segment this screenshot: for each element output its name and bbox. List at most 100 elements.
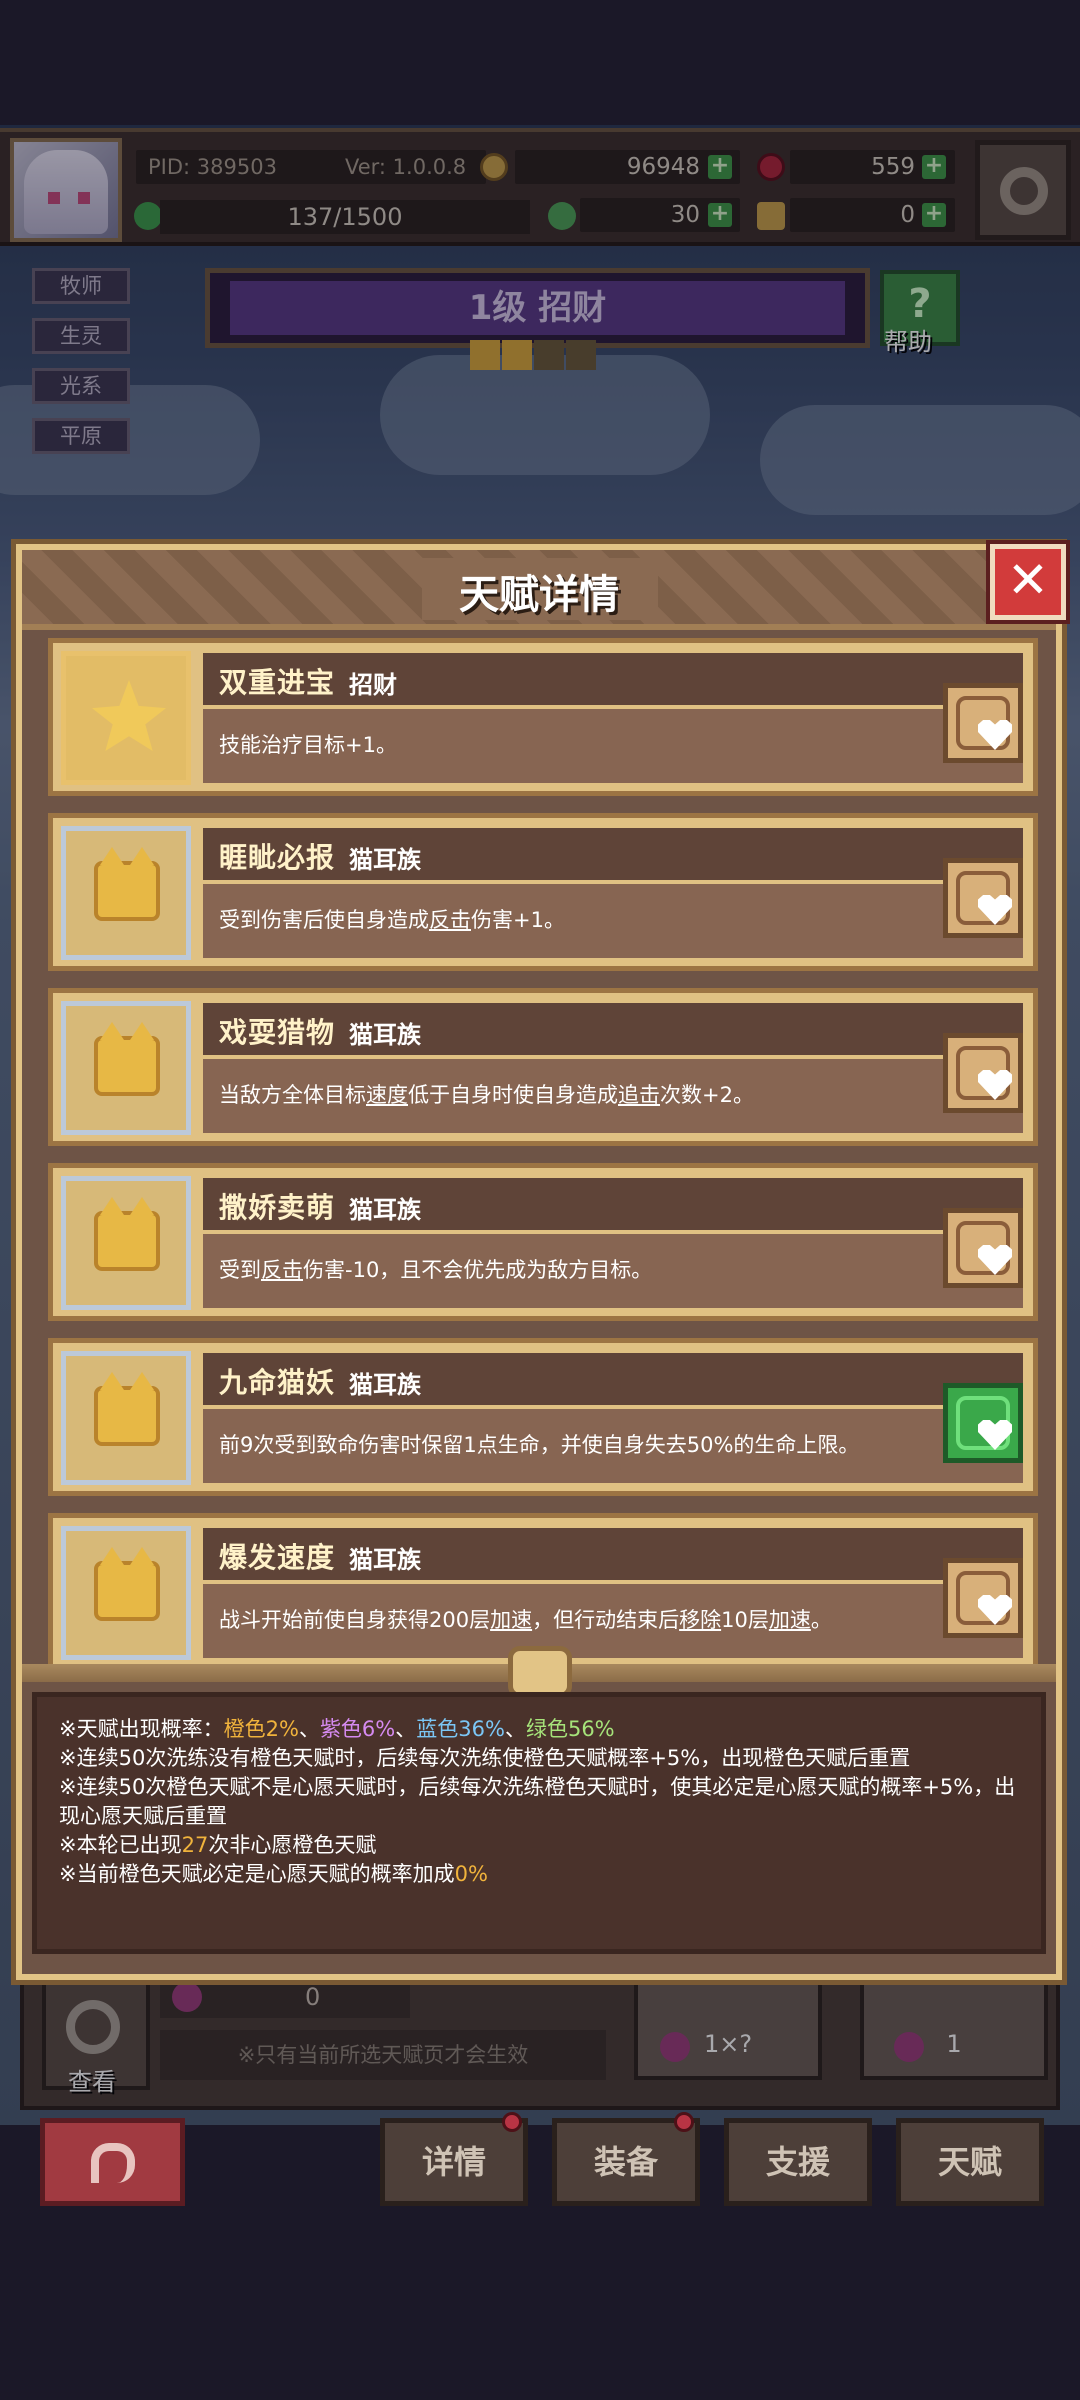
cat-icon: [94, 1547, 160, 1621]
talent-desc-bar: 受到伤害后使自身造成反击伤害+1。: [203, 884, 1023, 958]
close-button[interactable]: ✕: [986, 540, 1070, 624]
keyword-link[interactable]: 加速: [769, 1608, 811, 1632]
talent-description: 当敌方全体目标速度低于自身时使自身造成追击次数+2。: [219, 1079, 754, 1109]
talent-name-bar: 戏耍猎物 猫耳族: [203, 1003, 1023, 1055]
wish-bonus-value: 0%: [454, 1862, 488, 1886]
divider-ornament-icon: [508, 1646, 572, 1698]
desc-text: 战斗开始前使自身获得200层: [219, 1608, 491, 1632]
prob-green: 绿色56%: [525, 1717, 615, 1741]
round-count-prefix: ※本轮已出现: [59, 1833, 182, 1857]
tab-equipment[interactable]: 装备: [552, 2118, 700, 2206]
talent-desc-bar: 战斗开始前使自身获得200层加速，但行动结束后移除10层加速。: [203, 1584, 1023, 1658]
heart-icon: [978, 1595, 1012, 1625]
talent-name-bar: 爆发速度 猫耳族: [203, 1528, 1023, 1580]
tab-talent[interactable]: 天赋: [896, 2118, 1044, 2206]
tab-details[interactable]: 详情: [380, 2118, 528, 2206]
wish-toggle-button[interactable]: [943, 683, 1023, 763]
talent-icon-frame: [61, 1526, 191, 1660]
desc-text: 低于自身时使自身造成: [408, 1083, 618, 1107]
talent-details-modal: 天赋详情 ✕ 双重进宝 招财 技能治疗目标+1。 睚眦必报 猫耳族 受到伤害后使自身造成反…: [11, 539, 1070, 1985]
talent-icon-frame: [61, 1176, 191, 1310]
talent-card[interactable]: 睚眦必报 猫耳族受到伤害后使自身造成反击伤害+1。: [48, 813, 1038, 971]
talent-desc-bar: 受到反击伤害-10，且不会优先成为敌方目标。: [203, 1234, 1023, 1308]
equipment-notification-dot: [674, 2112, 694, 2132]
wish-ring: [956, 1046, 1012, 1100]
keyword-link[interactable]: 追击: [618, 1083, 660, 1107]
wish-toggle-button[interactable]: [943, 1558, 1023, 1638]
modal-title: 天赋详情: [459, 572, 619, 618]
wish-toggle-button[interactable]: [943, 1208, 1023, 1288]
wish-toggle-button[interactable]: [943, 858, 1023, 938]
desc-text: 受到: [219, 1258, 261, 1282]
talent-description: 战斗开始前使自身获得200层加速，但行动结束后移除10层加速。: [219, 1604, 832, 1634]
rule-probability-label: ※天赋出现概率：: [59, 1717, 224, 1741]
cat-icon: [94, 1372, 160, 1446]
talent-card[interactable]: 戏耍猎物 猫耳族当敌方全体目标速度低于自身时使自身造成追击次数+2。: [48, 988, 1038, 1146]
talent-icon-frame: [61, 1001, 191, 1135]
keyword-link[interactable]: 反击: [429, 908, 471, 932]
talent-name: 睚眦必报: [219, 841, 336, 874]
desc-text: 10层: [721, 1608, 769, 1632]
cat-icon: [94, 847, 160, 921]
wish-ring: [956, 1221, 1012, 1275]
cat-icon: [94, 1022, 160, 1096]
desc-text: 当敌方全体目标: [219, 1083, 366, 1107]
star-icon: [92, 680, 166, 752]
details-notification-dot: [502, 2112, 522, 2132]
desc-text: 伤害-10，且不会优先成为敌方目标。: [303, 1258, 653, 1282]
talent-desc-bar: 前9次受到致命伤害时保留1点生命，并使自身失去50%的生命上限。: [203, 1409, 1023, 1483]
prob-orange: 橙色2%: [223, 1717, 299, 1741]
talent-description: 前9次受到致命伤害时保留1点生命，并使自身失去50%的生命上限。: [219, 1429, 859, 1459]
wish-bonus-prefix: ※当前橙色天赋必定是心愿天赋的概率加成: [59, 1862, 455, 1886]
sep: 、: [395, 1717, 417, 1741]
talent-desc-bar: 技能治疗目标+1。: [203, 709, 1023, 783]
keyword-link[interactable]: 反击: [261, 1258, 303, 1282]
modal-header: 天赋详情: [22, 550, 1056, 630]
system-bottom-area: [0, 2210, 1080, 2400]
cat-icon: [94, 1197, 160, 1271]
talent-icon-frame: [61, 1351, 191, 1485]
keyword-link[interactable]: 加速: [490, 1608, 532, 1632]
talent-tag: 猫耳族: [349, 1546, 421, 1574]
talent-desc-bar: 当敌方全体目标速度低于自身时使自身造成追击次数+2。: [203, 1059, 1023, 1133]
talent-name-bar: 睚眦必报 猫耳族: [203, 828, 1023, 880]
round-count-value: 27: [181, 1833, 209, 1857]
status-strip: [0, 0, 1080, 125]
talent-name-bar: 撒娇卖萌 猫耳族: [203, 1178, 1023, 1230]
round-count-suffix: 次非心愿橙色天赋: [208, 1833, 377, 1857]
talent-tag: 招财: [349, 671, 397, 699]
keyword-link[interactable]: 移除: [679, 1608, 721, 1632]
rule-probability: ※天赋出现概率：橙色2%、紫色6%、蓝色36%、绿色56%: [59, 1715, 1021, 1744]
sep: 、: [298, 1717, 320, 1741]
desc-text: 技能治疗目标+1。: [219, 733, 397, 757]
talent-name-bar: 九命猫妖 猫耳族: [203, 1353, 1023, 1405]
back-button[interactable]: [40, 2118, 185, 2206]
wish-ring: [956, 871, 1012, 925]
heart-icon: [978, 1070, 1012, 1100]
heart-icon: [978, 1420, 1012, 1450]
desc-text: 次数+2。: [660, 1083, 754, 1107]
back-arrow-icon: [90, 2143, 135, 2183]
talent-tag: 猫耳族: [349, 1021, 421, 1049]
talent-icon-frame: [61, 826, 191, 960]
talent-name: 九命猫妖: [219, 1366, 336, 1399]
talent-tag: 猫耳族: [349, 1196, 421, 1224]
talent-card[interactable]: 撒娇卖萌 猫耳族 受到反击伤害-10，且不会优先成为敌方目标。: [48, 1163, 1038, 1321]
talent-card[interactable]: 九命猫妖 猫耳族前9次受到致命伤害时保留1点生命，并使自身失去50%的生命上限。: [48, 1338, 1038, 1496]
talent-description: 受到伤害后使自身造成反击伤害+1。: [219, 904, 565, 934]
desc-text: 。: [810, 1608, 832, 1632]
wish-toggle-button[interactable]: [943, 1033, 1023, 1113]
talent-icon-frame: [61, 651, 191, 785]
keyword-link[interactable]: 速度: [366, 1083, 408, 1107]
desc-text: 受到伤害后使自身造成: [219, 908, 429, 932]
rule-wish-pity: ※连续50次橙色天赋不是心愿天赋时，后续每次洗练橙色天赋时，使其必定是心愿天赋的…: [59, 1775, 1016, 1828]
wish-ring: [956, 1396, 1012, 1450]
tab-support[interactable]: 支援: [724, 2118, 872, 2206]
rule-wish-bonus: ※当前橙色天赋必定是心愿天赋的概率加成0%: [59, 1860, 1021, 1889]
wish-toggle-button[interactable]: [943, 1383, 1023, 1463]
talent-card[interactable]: 双重进宝 招财技能治疗目标+1。: [48, 638, 1038, 796]
talent-name: 双重进宝: [219, 666, 336, 699]
wish-ring: [956, 696, 1012, 750]
talent-tag: 猫耳族: [349, 1371, 421, 1399]
heart-icon: [978, 895, 1012, 925]
